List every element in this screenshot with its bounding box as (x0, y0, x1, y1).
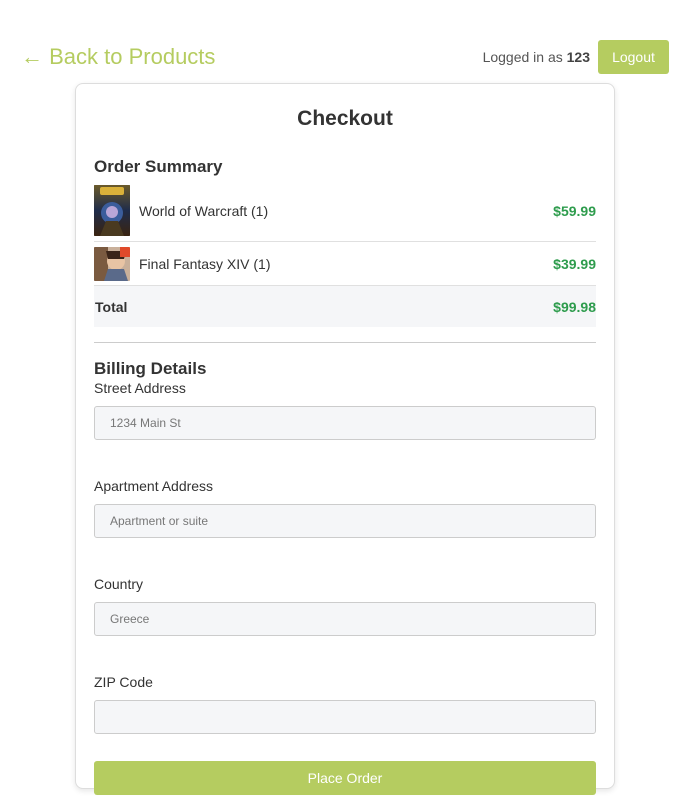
total-label: Total (95, 298, 128, 315)
order-item: World of Warcraft (1) $59.99 (94, 185, 596, 242)
username: 123 (566, 49, 590, 65)
country-group: Country (94, 575, 596, 636)
apartment-address-label: Apartment Address (94, 478, 214, 494)
order-item-name: Final Fantasy XIV (1) (139, 255, 271, 272)
order-item-info: World of Warcraft (1) (94, 185, 268, 236)
back-to-products-link[interactable]: ← Back to Products (21, 43, 215, 71)
street-address-input[interactable] (94, 406, 596, 440)
order-item-price: $39.99 (553, 255, 596, 272)
game-thumbnail (94, 246, 130, 281)
country-label: Country (94, 576, 144, 592)
order-total-row: Total $99.98 (94, 286, 596, 327)
apartment-address-group: Apartment Address (94, 477, 596, 538)
order-summary-title: Order Summary (94, 157, 223, 176)
logged-in-prefix: Logged in as (482, 49, 563, 65)
zip-code-input[interactable] (94, 700, 596, 734)
logged-in-status: Logged in as 123 (483, 49, 590, 65)
checkout-card: Checkout Order Summary World of Warcraft… (75, 83, 615, 795)
street-address-label: Street Address (94, 380, 186, 396)
zip-code-group: ZIP Code (94, 673, 596, 734)
game-thumbnail (94, 185, 130, 236)
order-item-name: World of Warcraft (1) (139, 202, 269, 219)
total-value: $99.98 (553, 298, 596, 315)
zip-code-label: ZIP Code (94, 674, 153, 690)
logout-button[interactable]: Logout (598, 40, 669, 74)
order-item: Final Fantasy XIV (1) $39.99 (94, 242, 596, 286)
section-divider (94, 342, 596, 343)
order-item-price: $59.99 (553, 202, 596, 219)
user-bar: Logged in as 123 Logout (483, 40, 669, 74)
page-title: Checkout (297, 107, 393, 130)
place-order-button[interactable]: Place Order (94, 761, 596, 795)
apartment-address-input[interactable] (94, 504, 596, 538)
street-address-group: Street Address (94, 379, 596, 440)
order-item-info: Final Fantasy XIV (1) (94, 246, 271, 281)
billing-details-title: Billing Details (94, 359, 207, 378)
country-input[interactable] (94, 602, 596, 636)
